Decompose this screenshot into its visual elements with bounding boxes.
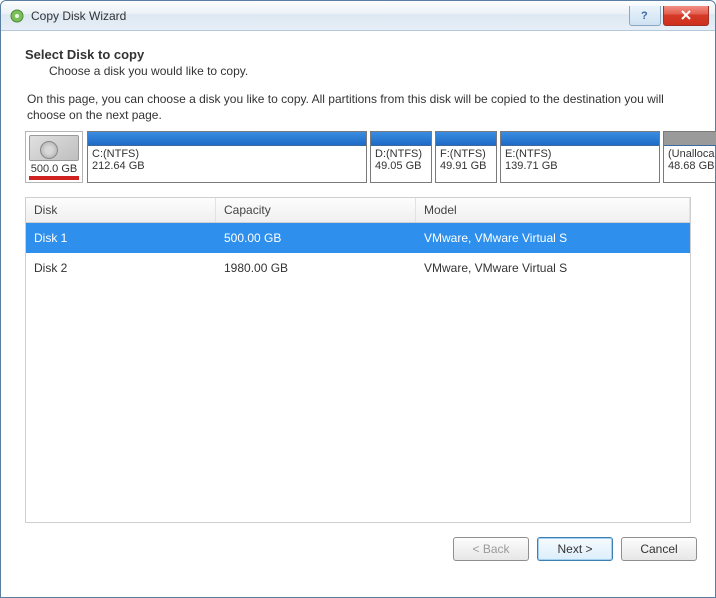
titlebar: Copy Disk Wizard ? bbox=[1, 1, 715, 31]
disk-icon-cell: 500.0 GB bbox=[25, 131, 83, 183]
partition-label: C:(NTFS) bbox=[88, 146, 366, 160]
partition-block[interactable]: D:(NTFS)49.05 GB bbox=[370, 131, 432, 183]
disk-total-size: 500.0 GB bbox=[31, 163, 77, 175]
col-model[interactable]: Model bbox=[416, 198, 690, 222]
partition-header-bar bbox=[371, 132, 431, 146]
partition-label: F:(NTFS) bbox=[436, 146, 496, 160]
cancel-button[interactable]: Cancel bbox=[621, 537, 697, 561]
partition-block[interactable]: C:(NTFS)212.64 GB bbox=[87, 131, 367, 183]
partition-size: 49.05 GB bbox=[371, 160, 431, 174]
partition-label: (Unalloca bbox=[664, 146, 716, 160]
cell-model: VMware, VMware Virtual S bbox=[416, 259, 690, 277]
partition-label: D:(NTFS) bbox=[371, 146, 431, 160]
partition-size: 139.71 GB bbox=[501, 160, 659, 174]
footer: < Back Next > Cancel bbox=[1, 523, 715, 561]
table-row[interactable]: Disk 1500.00 GBVMware, VMware Virtual S bbox=[26, 223, 690, 253]
close-button[interactable] bbox=[663, 6, 709, 26]
content-area: Select Disk to copy Choose a disk you wo… bbox=[1, 31, 715, 523]
hard-disk-icon bbox=[29, 135, 79, 161]
partition-label: E:(NTFS) bbox=[501, 146, 659, 160]
partition-header-bar bbox=[436, 132, 496, 146]
cell-disk: Disk 2 bbox=[26, 259, 216, 277]
cell-capacity: 500.00 GB bbox=[216, 229, 416, 247]
partition-block[interactable]: (Unalloca48.68 GB bbox=[663, 131, 716, 183]
col-capacity[interactable]: Capacity bbox=[216, 198, 416, 222]
disk-usage-bar bbox=[29, 176, 79, 180]
table-header: Disk Capacity Model bbox=[26, 198, 690, 223]
next-button[interactable]: Next > bbox=[537, 537, 613, 561]
partition-header-bar bbox=[501, 132, 659, 146]
app-icon bbox=[9, 8, 25, 24]
back-button[interactable]: < Back bbox=[453, 537, 529, 561]
partition-block[interactable]: E:(NTFS)139.71 GB bbox=[500, 131, 660, 183]
partition-size: 49.91 GB bbox=[436, 160, 496, 174]
partition-size: 48.68 GB bbox=[664, 160, 716, 174]
instruction-text: On this page, you can choose a disk you … bbox=[27, 92, 697, 123]
cell-capacity: 1980.00 GB bbox=[216, 259, 416, 277]
table-row[interactable]: Disk 21980.00 GBVMware, VMware Virtual S bbox=[26, 253, 690, 283]
help-button[interactable]: ? bbox=[629, 6, 661, 26]
partition-map: 500.0 GB C:(NTFS)212.64 GBD:(NTFS)49.05 … bbox=[25, 131, 691, 183]
partition-size: 212.64 GB bbox=[88, 160, 366, 174]
svg-text:?: ? bbox=[641, 10, 648, 21]
cell-disk: Disk 1 bbox=[26, 229, 216, 247]
window-title: Copy Disk Wizard bbox=[31, 9, 627, 23]
partition-header-bar bbox=[664, 132, 716, 146]
page-subtext: Choose a disk you would like to copy. bbox=[49, 64, 697, 78]
page-heading: Select Disk to copy bbox=[25, 47, 697, 62]
disk-table: Disk Capacity Model Disk 1500.00 GBVMwar… bbox=[25, 197, 691, 523]
col-disk[interactable]: Disk bbox=[26, 198, 216, 222]
partition-block[interactable]: F:(NTFS)49.91 GB bbox=[435, 131, 497, 183]
cell-model: VMware, VMware Virtual S bbox=[416, 229, 690, 247]
partition-header-bar bbox=[88, 132, 366, 146]
